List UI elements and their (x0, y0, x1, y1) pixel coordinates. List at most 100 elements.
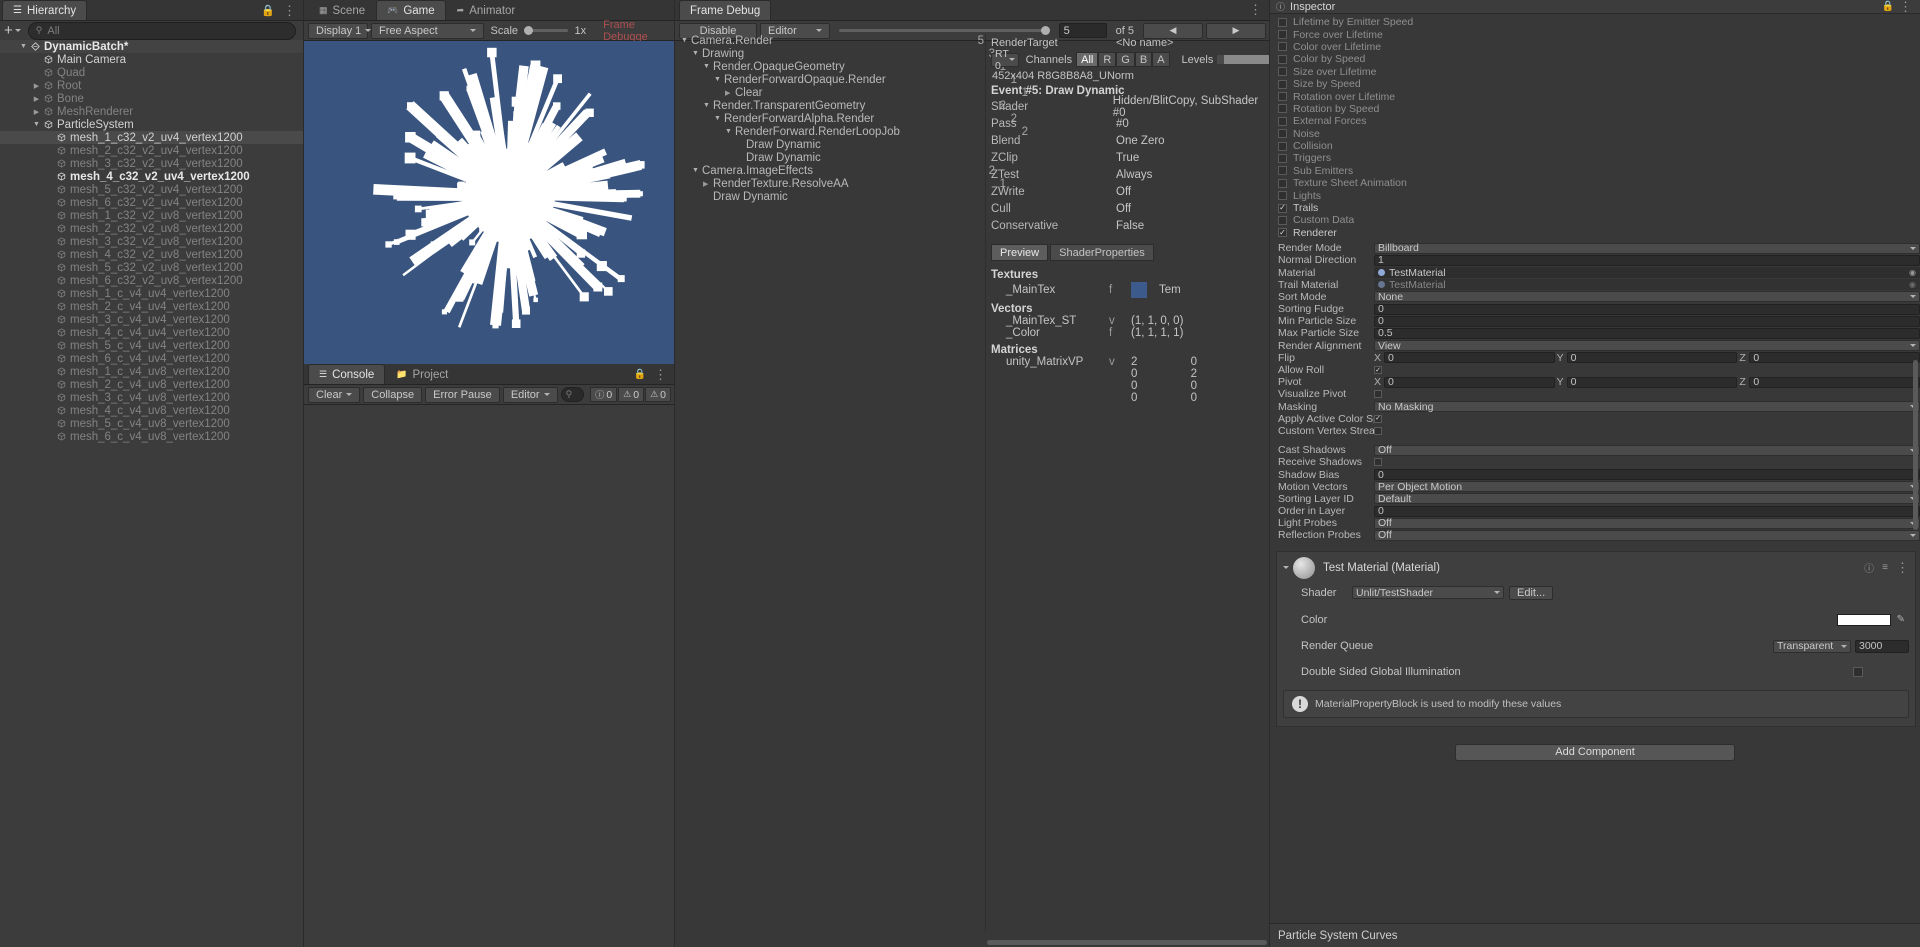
render-alignment-dropdown[interactable]: View (1374, 340, 1920, 352)
dsgi-checkbox[interactable] (1853, 666, 1863, 677)
tab-console[interactable]: ☰ Console (308, 364, 386, 384)
module-checkbox[interactable] (1278, 92, 1287, 102)
add-component-button[interactable]: Add Component (1455, 743, 1735, 761)
hierarchy-item[interactable]: ▼ DynamicBatch* (0, 40, 304, 53)
hierarchy-item[interactable]: mesh_6_c_v4_uv8_vertex1200 (0, 430, 304, 443)
disclosure-triangle-icon[interactable]: ▼ (681, 37, 691, 44)
tab-scene[interactable]: ▦ Scene (308, 0, 376, 20)
frame-event-row[interactable]: ▼ Render.TransparentGeometry 2 (677, 99, 1006, 112)
pivot-z-input[interactable]: 0 (1749, 376, 1920, 388)
disclosure-triangle-icon[interactable]: ▼ (725, 128, 735, 135)
trail-material-object-field[interactable]: TestMaterial ◉ (1374, 279, 1920, 291)
disclosure-triangle-icon[interactable]: ▼ (703, 63, 713, 70)
channel-b-button[interactable]: B (1134, 52, 1153, 67)
frame-event-row[interactable]: ▶ Clear 1 (677, 86, 1028, 99)
hierarchy-item[interactable]: mesh_4_c_v4_uv8_vertex1200 (0, 404, 304, 417)
motion-vectors-dropdown[interactable]: Per Object Motion (1374, 481, 1920, 493)
renderer-props-list[interactable]: Render Mode Billboard Normal Direction 1 (1270, 242, 1920, 437)
frame-event-row[interactable]: ▼ RenderForwardOpaque.Render 1 (677, 73, 1017, 86)
module-checkbox[interactable] (1278, 153, 1287, 163)
module-checkbox[interactable] (1278, 42, 1287, 52)
hierarchy-item[interactable]: mesh_2_c32_v2_uv8_vertex1200 (0, 222, 304, 235)
module-checkbox[interactable] (1278, 178, 1287, 188)
console-count-warning[interactable]: ⚠ 0 (618, 387, 645, 402)
object-picker-icon[interactable]: ◉ (1909, 268, 1916, 277)
disclosure-triangle-icon[interactable]: ▶ (31, 95, 42, 103)
particle-module-row[interactable]: Collision (1270, 140, 1920, 152)
channel-a-button[interactable]: A (1152, 52, 1170, 67)
disclosure-triangle-icon[interactable]: ▶ (703, 180, 713, 188)
normal-direction-input[interactable]: 1 (1374, 254, 1920, 266)
module-checkbox[interactable] (1278, 141, 1287, 151)
channel-r-button[interactable]: R (1098, 52, 1117, 67)
particle-module-row[interactable]: Custom Data (1270, 214, 1920, 226)
tab-game[interactable]: 🎮 Game (376, 0, 446, 20)
hierarchy-item[interactable]: mesh_3_c32_v2_uv8_vertex1200 (0, 235, 304, 248)
help-icon[interactable]: ⓘ (1864, 560, 1874, 575)
eyedropper-icon[interactable]: ✎ (1897, 614, 1905, 625)
reflection-probes-dropdown[interactable]: Off (1374, 529, 1920, 541)
disclosure-triangle-icon[interactable]: ▼ (31, 121, 42, 128)
hierarchy-item[interactable]: mesh_2_c32_v2_uv4_vertex1200 (0, 144, 304, 157)
order-in-layer-input[interactable]: 0 (1374, 505, 1920, 517)
tab-animator[interactable]: ➦ Animator (446, 0, 527, 20)
display-dropdown[interactable]: Display 1 (308, 22, 372, 39)
frame-event-row[interactable]: Draw Dynamic (677, 138, 982, 151)
channel-g-button[interactable]: G (1116, 52, 1135, 67)
module-checkbox[interactable] (1278, 116, 1287, 126)
texture-thumb[interactable] (1131, 281, 1147, 298)
kebab-menu-icon[interactable]: ⋮ (1249, 2, 1262, 17)
search-input[interactable]: ⚲ All (27, 21, 296, 40)
lock-icon[interactable]: 🔒 (634, 369, 646, 380)
particle-system-curves-bar[interactable]: Particle System Curves (1270, 923, 1920, 947)
particle-module-row[interactable]: Texture Sheet Animation (1270, 177, 1920, 189)
aspect-dropdown[interactable]: Free Aspect (371, 22, 484, 39)
hierarchy-item[interactable]: Main Camera (0, 53, 304, 66)
scale-slider[interactable] (524, 26, 569, 35)
preset-icon[interactable]: ≡ (1882, 562, 1888, 573)
lock-icon[interactable]: 🔒 (1882, 1, 1894, 12)
divider-hierarchy-game[interactable] (303, 0, 304, 947)
clear-button[interactable]: Clear (308, 386, 361, 403)
module-checkbox[interactable]: ✓ (1278, 228, 1287, 238)
edit-shader-button[interactable]: Edit... (1509, 585, 1554, 600)
shadow-props-list[interactable]: Cast Shadows Off Receive Shadows Shadow … (1270, 444, 1920, 542)
sorting-layer-id-dropdown[interactable]: Default (1374, 493, 1920, 505)
hierarchy-item[interactable]: mesh_5_c_v4_uv8_vertex1200 (0, 417, 304, 430)
hierarchy-item[interactable]: ▶ Root (0, 79, 304, 92)
editor-dropdown[interactable]: Editor (502, 386, 558, 403)
particle-module-row[interactable]: External Forces (1270, 115, 1920, 127)
hierarchy-item[interactable]: mesh_2_c_v4_uv4_vertex1200 (0, 300, 304, 313)
particle-modules-list[interactable]: Lifetime by Emitter Speed Force over Lif… (1270, 14, 1920, 239)
particle-module-row[interactable]: Noise (1270, 128, 1920, 140)
disclosure-triangle-icon[interactable]: ▼ (18, 43, 29, 50)
sorting-fudge-input[interactable]: 0 (1374, 303, 1920, 315)
channel-all-button[interactable]: All (1076, 52, 1099, 67)
hierarchy-item[interactable]: mesh_1_c_v4_uv8_vertex1200 (0, 365, 304, 378)
particle-module-row[interactable]: Lifetime by Emitter Speed (1270, 16, 1920, 28)
render-mode-dropdown[interactable]: Billboard (1374, 242, 1920, 254)
module-checkbox[interactable] (1278, 67, 1287, 77)
disclosure-triangle-icon[interactable]: ▼ (692, 50, 702, 57)
hierarchy-tree[interactable]: ▼ DynamicBatch* Main Camera Quad ▶ Root … (0, 40, 304, 947)
particle-module-row[interactable]: Rotation by Speed (1270, 103, 1920, 115)
module-checkbox[interactable] (1278, 129, 1287, 139)
module-checkbox[interactable] (1278, 17, 1287, 27)
levels-slider[interactable] (1217, 55, 1270, 64)
min-particle-size-input[interactable]: 0 (1374, 315, 1920, 327)
render-queue-mode-dropdown[interactable]: Transparent (1773, 639, 1851, 653)
hierarchy-item[interactable]: mesh_5_c32_v2_uv4_vertex1200 (0, 183, 304, 196)
console-count-log[interactable]: ⓘ 0 (590, 387, 618, 402)
particle-module-row[interactable]: Force over Lifetime (1270, 28, 1920, 41)
hierarchy-item[interactable]: mesh_3_c_v4_uv8_vertex1200 (0, 391, 304, 404)
hierarchy-item[interactable]: mesh_5_c_v4_uv4_vertex1200 (0, 339, 304, 352)
disclosure-triangle-icon[interactable]: ▼ (714, 76, 724, 83)
preview-tab-shaderproperties[interactable]: ShaderProperties (1050, 244, 1154, 261)
particle-module-row[interactable]: Sub Emitters (1270, 165, 1920, 177)
shader-dropdown[interactable]: Unlit/TestShader (1352, 586, 1504, 600)
error-pause-button[interactable]: Error Pause (425, 386, 500, 403)
preview-tab-preview[interactable]: Preview (991, 244, 1049, 261)
chevron-down-icon[interactable] (1283, 566, 1289, 570)
allow-roll-checkbox[interactable]: ✓ (1374, 366, 1382, 374)
frame-event-row[interactable]: ▼ Render.OpaqueGeometry 1 (677, 60, 1006, 73)
